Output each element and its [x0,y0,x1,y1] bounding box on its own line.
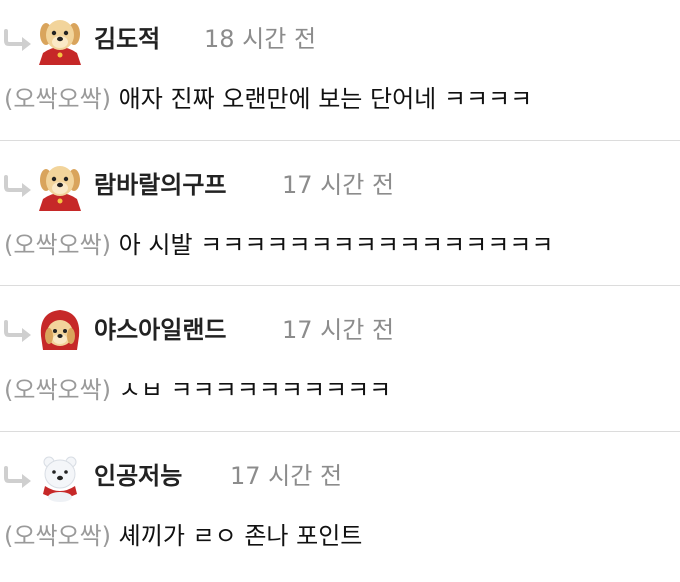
comment-author[interactable]: 인공저능 [94,459,182,493]
puppy-cape-icon[interactable] [37,15,83,65]
comment-body: (오싹오싹) 애자 진짜 오랜만에 보는 단어네 ㅋㅋㅋㅋ [4,82,532,116]
comment-author[interactable]: 야스아일랜드 [94,313,226,347]
comment-time: 17 시간 전 [282,316,395,344]
reply-arrow-icon [3,175,31,197]
reply-arrow-icon [3,466,31,488]
comment-item: 인공저능 17 시간 전 (오싹오싹) 셰끼가 ㄹㅇ 존나 포인트 [0,437,680,582]
comment-time: 17 시간 전 [230,462,343,490]
comment-body: (오싹오싹) 아 시발 ㅋㅋㅋㅋㅋㅋㅋㅋㅋㅋㅋㅋㅋㅋㅋㅋ [4,228,553,262]
divider [0,431,680,432]
comment-author[interactable]: 김도적 [94,22,160,56]
comment-time: 17 시간 전 [282,171,395,199]
comment-tag: (오싹오싹) [4,522,112,550]
divider [0,285,680,286]
comment-item: 람바랄의구프 17 시간 전 (오싹오싹) 아 시발 ㅋㅋㅋㅋㅋㅋㅋㅋㅋㅋㅋㅋㅋ… [0,146,680,291]
comment-tag: (오싹오싹) [4,231,112,259]
comment-item: 김도적 18 시간 전 (오싹오싹) 애자 진짜 오랜만에 보는 단어네 ㅋㅋㅋ… [0,0,680,145]
puppy-cape-icon[interactable] [37,161,83,211]
comment-tag: (오싹오싹) [4,376,112,404]
comment-body: (오싹오싹) 셰끼가 ㄹㅇ 존나 포인트 [4,519,362,553]
reply-arrow-icon [3,320,31,342]
comment-tag: (오싹오싹) [4,85,112,113]
comment-text: ㅅㅂ ㅋㅋㅋㅋㅋㅋㅋㅋㅋㅋ [111,376,392,404]
polar-bear-icon[interactable] [37,452,83,502]
comment-text: 애자 진짜 오랜만에 보는 단어네 ㅋㅋㅋㅋ [111,85,533,113]
comment-text: 셰끼가 ㄹㅇ 존나 포인트 [111,522,363,550]
comment-author[interactable]: 람바랄의구프 [94,168,226,202]
reply-arrow-icon [3,29,31,51]
comment-body: (오싹오싹) ㅅㅂ ㅋㅋㅋㅋㅋㅋㅋㅋㅋㅋ [4,373,391,407]
puppy-hood-icon[interactable] [37,306,83,356]
comment-time: 18 시간 전 [204,25,317,53]
divider [0,140,680,141]
comment-item: 야스아일랜드 17 시간 전 (오싹오싹) ㅅㅂ ㅋㅋㅋㅋㅋㅋㅋㅋㅋㅋ [0,291,680,436]
comment-text: 아 시발 ㅋㅋㅋㅋㅋㅋㅋㅋㅋㅋㅋㅋㅋㅋㅋㅋ [111,231,554,259]
